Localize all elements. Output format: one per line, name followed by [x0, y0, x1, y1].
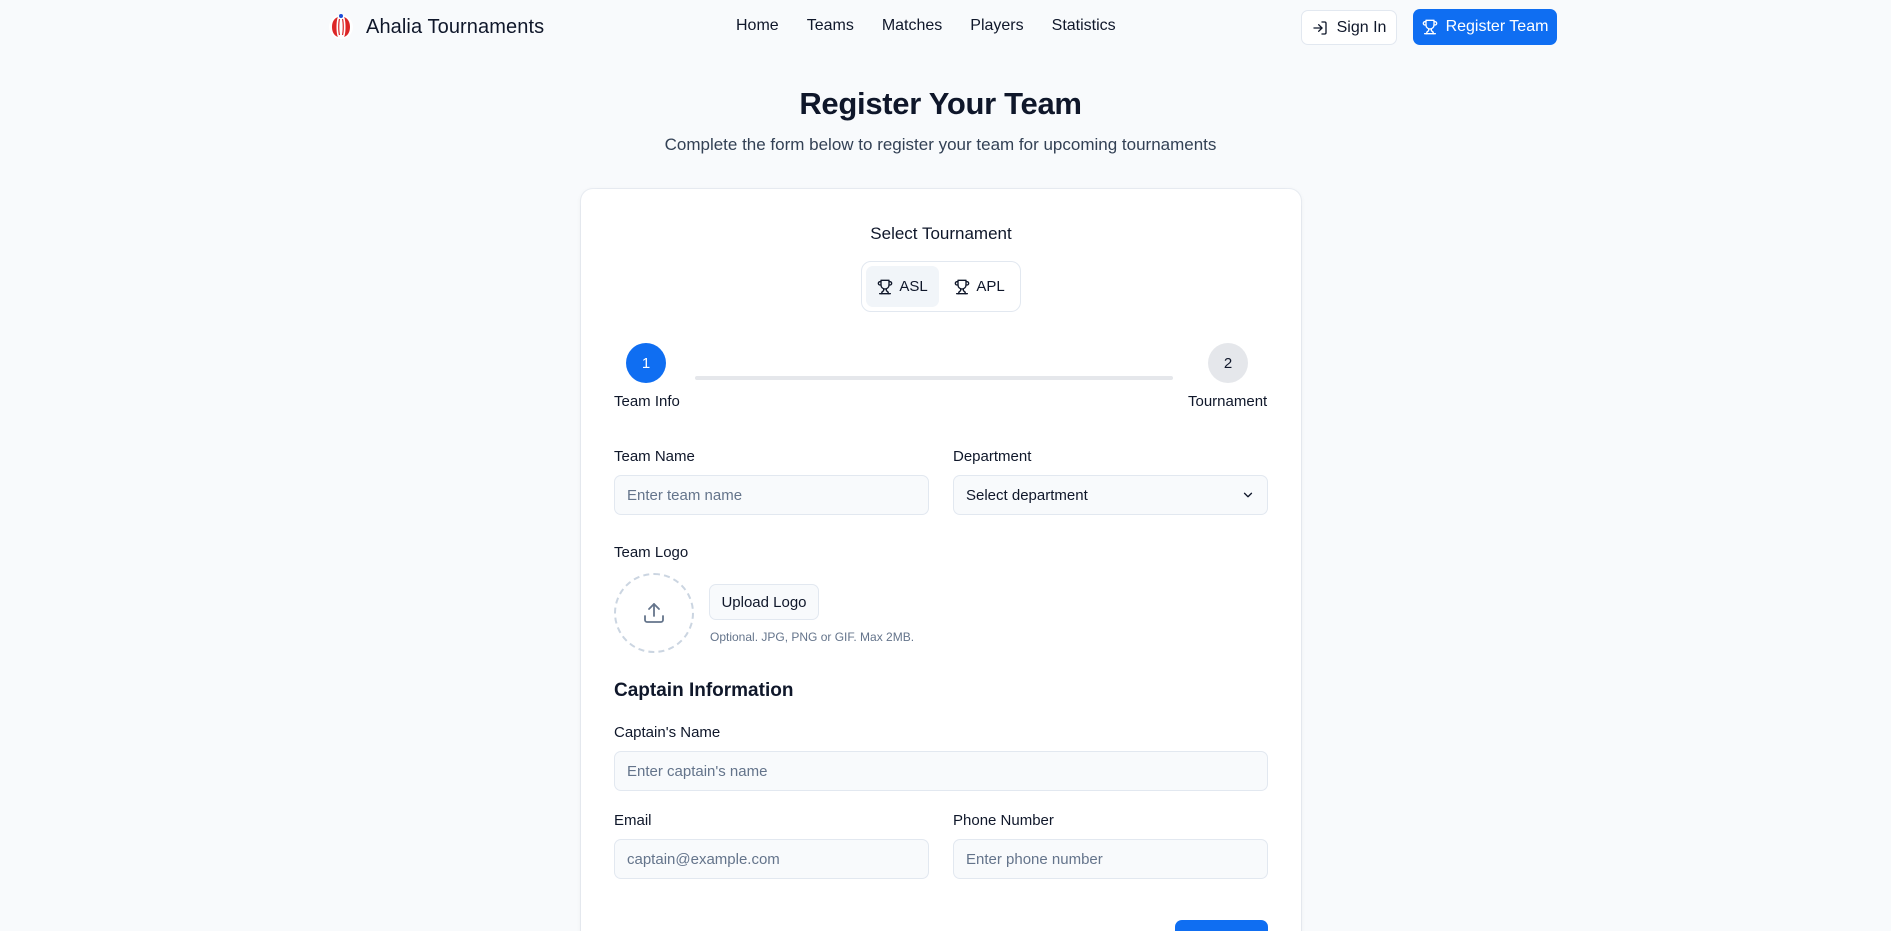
- captain-name-label: Captain's Name: [614, 724, 721, 741]
- step-1-indicator: 1: [626, 343, 666, 383]
- trophy-icon: [955, 279, 970, 294]
- step-progress-line: [695, 376, 1173, 380]
- step-2-label: Tournament: [1188, 393, 1268, 410]
- chevron-down-icon: [1243, 492, 1253, 498]
- brand-name: Ahalia Tournaments: [366, 15, 545, 38]
- sign-in-label: Sign In: [1336, 18, 1387, 36]
- phone-placeholder: Enter phone number: [966, 850, 1103, 868]
- email-input[interactable]: captain@example.com: [614, 839, 929, 879]
- log-in-icon: [1312, 20, 1327, 35]
- trophy-icon: [1422, 19, 1437, 35]
- logo-preview[interactable]: [614, 573, 694, 653]
- register-team-label: Register Team: [1445, 18, 1549, 35]
- nav-home[interactable]: Home: [736, 17, 779, 35]
- page-title: Register Your Team: [799, 86, 1082, 121]
- nav-players[interactable]: Players: [970, 17, 1023, 35]
- brand[interactable]: Ahalia Tournaments: [326, 11, 544, 43]
- department-label: Department: [953, 448, 1032, 465]
- next-step-button[interactable]: [1175, 920, 1268, 931]
- nav-teams[interactable]: Teams: [807, 17, 854, 35]
- step-1-label: Team Info: [614, 393, 680, 410]
- sign-in-button[interactable]: Sign In: [1301, 10, 1397, 45]
- tournament-switcher: ASL APL: [861, 261, 1021, 312]
- tournament-option-apl[interactable]: APL: [943, 266, 1016, 307]
- team-name-input[interactable]: Enter team name: [614, 475, 929, 515]
- tournament-option-label: APL: [976, 278, 1005, 295]
- department-select-value: Select department: [966, 486, 1088, 504]
- register-team-button[interactable]: Register Team: [1413, 9, 1557, 45]
- captain-name-input[interactable]: Enter captain's name: [614, 751, 1268, 791]
- upload-logo-button[interactable]: Upload Logo: [709, 584, 819, 620]
- nav-matches[interactable]: Matches: [882, 17, 942, 35]
- page-subtitle: Complete the form below to register your…: [664, 135, 1217, 154]
- top-navigation-bar: Ahalia Tournaments Home Teams Matches Pl…: [0, 0, 1891, 54]
- phone-input[interactable]: Enter phone number: [953, 839, 1268, 879]
- cricket-ball-icon: [329, 14, 353, 39]
- team-name-placeholder: Enter team name: [627, 486, 743, 504]
- team-logo-label: Team Logo: [614, 544, 689, 561]
- tournament-option-asl[interactable]: ASL: [866, 266, 939, 307]
- captain-name-placeholder: Enter captain's name: [627, 762, 768, 780]
- department-select[interactable]: Select department: [953, 475, 1268, 515]
- email-placeholder: captain@example.com: [627, 850, 780, 868]
- tournament-option-label: ASL: [899, 278, 928, 295]
- main-nav: Home Teams Matches Players Statistics: [736, 17, 1116, 35]
- step-2-indicator: 2: [1208, 343, 1248, 383]
- upload-logo-hint: Optional. JPG, PNG or GIF. Max 2MB.: [710, 630, 915, 644]
- phone-label: Phone Number: [953, 812, 1054, 829]
- upload-icon: [644, 603, 664, 623]
- captain-section-title: Captain Information: [614, 680, 794, 701]
- select-tournament-label: Select Tournament: [870, 224, 1012, 243]
- trophy-icon: [878, 279, 893, 294]
- team-name-label: Team Name: [614, 448, 695, 465]
- nav-statistics[interactable]: Statistics: [1052, 17, 1116, 35]
- registration-form-card: Select Tournament ASL APL 1 2 Team Info …: [581, 189, 1301, 931]
- email-label: Email: [614, 812, 652, 829]
